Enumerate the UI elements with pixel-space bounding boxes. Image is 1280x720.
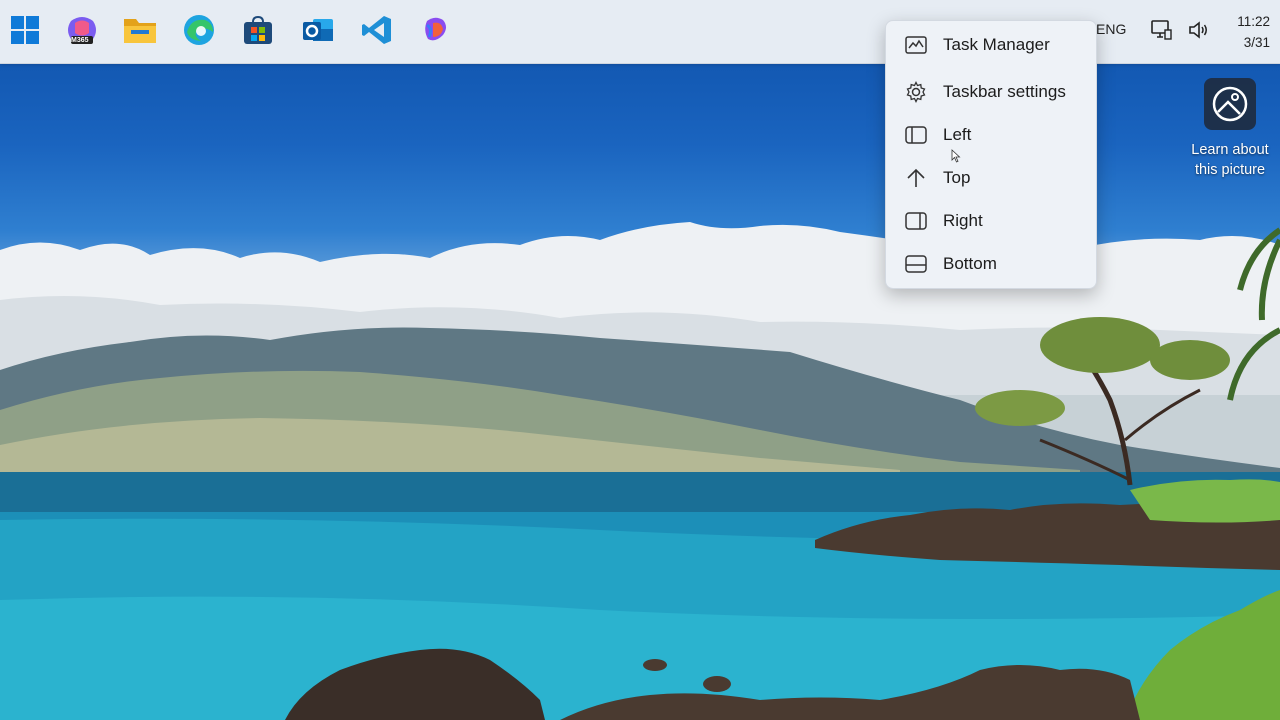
microsoft-365-copilot-icon[interactable]: M365 (64, 12, 100, 48)
learn-label-line1: Learn about (1191, 142, 1269, 158)
menu-label: Taskbar settings (943, 82, 1066, 101)
clock-date: 3/31 (1243, 35, 1270, 50)
task-manager-icon (905, 34, 927, 56)
menu-label: Left (943, 125, 972, 144)
clock[interactable]: 11:22 3/31 (1237, 11, 1270, 53)
menu-item-top[interactable]: Top (890, 160, 1092, 196)
taskbar-context-menu: Task Manager Taskbar settings Left Top R… (885, 20, 1097, 289)
m365-badge: M365 (71, 37, 89, 44)
file-explorer-icon[interactable] (122, 12, 158, 48)
mouse-cursor-icon (951, 149, 961, 163)
learn-about-label: Learn about this picture (1180, 140, 1280, 180)
dock-right-icon (905, 210, 927, 232)
arrow-up-icon (905, 167, 927, 189)
menu-item-left[interactable]: Left (890, 117, 1092, 153)
spotlight-picture-icon[interactable] (1204, 78, 1256, 130)
volume-icon[interactable] (1186, 17, 1212, 43)
menu-label: Right (943, 211, 983, 230)
vscode-icon[interactable] (359, 12, 395, 48)
microsoft-store-icon[interactable] (240, 12, 276, 48)
menu-item-right[interactable]: Right (890, 203, 1092, 239)
language-indicator[interactable]: ENG (1096, 21, 1126, 37)
outlook-icon[interactable] (300, 12, 336, 48)
gear-icon (905, 81, 927, 103)
menu-item-bottom[interactable]: Bottom (890, 246, 1092, 282)
menu-label: Top (943, 168, 971, 187)
learn-about-picture[interactable]: Learn about this picture (1180, 78, 1280, 180)
start-icon[interactable] (7, 12, 43, 48)
clock-time: 11:22 (1237, 14, 1270, 29)
copilot-icon[interactable] (418, 12, 454, 48)
learn-label-line2: this picture (1194, 162, 1266, 178)
dock-left-icon (905, 124, 927, 146)
menu-item-task-manager[interactable]: Task Manager (890, 27, 1092, 63)
dock-bottom-icon (905, 253, 927, 275)
menu-label: Bottom (943, 254, 997, 273)
menu-item-taskbar-settings[interactable]: Taskbar settings (890, 74, 1092, 110)
edge-icon[interactable] (181, 12, 217, 48)
menu-label: Task Manager (943, 35, 1050, 54)
network-icon[interactable] (1148, 17, 1174, 43)
